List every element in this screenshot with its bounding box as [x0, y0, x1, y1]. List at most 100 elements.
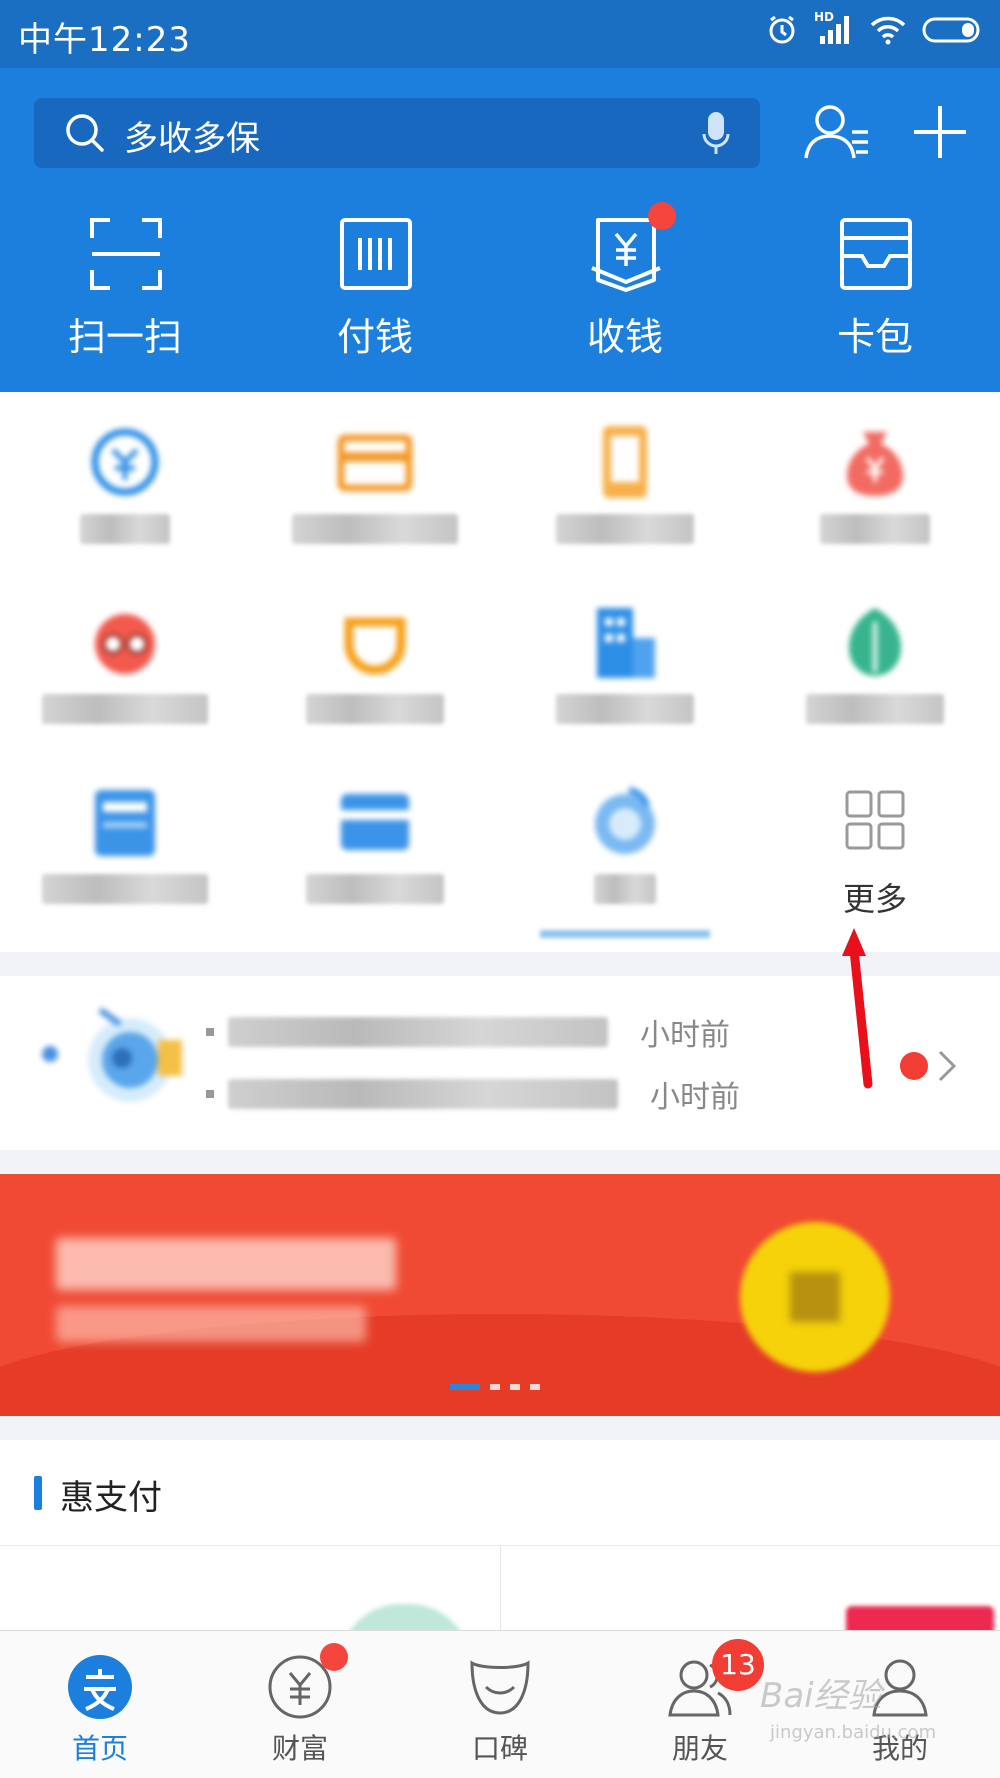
notification-red-dot: [900, 1052, 928, 1080]
notification-text: [228, 1017, 608, 1047]
receive-money-label: 收钱: [586, 315, 663, 359]
banner-subtitle-blurred: [56, 1306, 366, 1342]
pay-button[interactable]: 付钱: [250, 216, 500, 366]
grid-app-8[interactable]: [750, 572, 1000, 752]
plus-icon[interactable]: [912, 104, 968, 160]
grid-app-label: [820, 514, 930, 544]
bullet: [206, 1028, 214, 1036]
tab-label: 口碑: [471, 1732, 528, 1765]
grid-app-label: [556, 694, 694, 724]
friends-badge: 13: [712, 1639, 764, 1691]
notification-time: 小时前: [640, 1018, 730, 1053]
notification-text: [228, 1079, 618, 1109]
annotation-arrow-icon: [842, 928, 873, 1089]
home-icon: [68, 1655, 132, 1719]
grid-app-6[interactable]: [250, 572, 500, 752]
app-grid: 更多: [0, 392, 1000, 952]
grid-app-label: [594, 874, 656, 904]
blue-card-icon: [341, 794, 409, 850]
tab-label: 财富: [271, 1732, 328, 1765]
pay-label: 付钱: [336, 315, 413, 359]
microphone-icon[interactable]: [702, 110, 730, 156]
pagination-line: [540, 930, 710, 938]
card-wallet-label: 卡包: [836, 315, 913, 359]
notification-illustration: [42, 1007, 182, 1102]
glasses-face-icon: [95, 614, 155, 674]
contacts-icon[interactable]: [804, 102, 872, 162]
tab-wealth[interactable]: 财富: [200, 1631, 400, 1778]
more-button[interactable]: 更多: [750, 752, 1000, 932]
tab-koubei[interactable]: 口碑: [400, 1631, 600, 1778]
banner-coin-symbol: [790, 1272, 840, 1322]
tab-home[interactable]: 首页: [0, 1631, 200, 1778]
orange-card-icon: [337, 434, 413, 492]
section-title: 惠支付: [60, 1478, 162, 1518]
watermark-brand: Bai经验: [760, 1676, 882, 1716]
promo-banner[interactable]: [0, 1174, 1000, 1416]
wealth-badge: [320, 1643, 348, 1671]
grid-app-10[interactable]: [250, 752, 500, 932]
banner-title-blurred: [56, 1238, 396, 1290]
grid-app-1[interactable]: [0, 392, 250, 572]
grid-app-9[interactable]: [0, 752, 250, 932]
receive-money-icon: [591, 218, 661, 292]
notification-item-1: 小时前: [206, 1012, 730, 1053]
grid-app-3[interactable]: [500, 392, 750, 572]
signal-icon: [820, 16, 849, 44]
notification-item-2: 小时前: [206, 1074, 740, 1115]
phone-icon: [603, 426, 647, 498]
notification-time: 小时前: [650, 1080, 740, 1115]
building-icon: [597, 608, 655, 678]
barcode-icon: [340, 218, 412, 290]
money-bag-icon: [847, 432, 903, 496]
section-accent-bar: [34, 1476, 42, 1510]
status-bar: 中午12:23 HD: [0, 0, 1000, 68]
status-icons: HD: [766, 10, 982, 46]
grid-app-label: [806, 694, 944, 724]
pagination-dot: [450, 1384, 480, 1390]
grid-app-label: [292, 514, 458, 544]
section-header: 惠支付: [0, 1440, 1000, 1546]
card-wallet-button[interactable]: 卡包: [750, 216, 1000, 366]
grid-app-11[interactable]: [500, 752, 750, 932]
pagination-dot: [530, 1384, 540, 1390]
bullet: [206, 1090, 214, 1098]
receive-money-button[interactable]: 收钱: [500, 202, 750, 366]
chevron-right-icon[interactable]: [936, 1048, 958, 1084]
status-time: 中午12:23: [18, 20, 191, 60]
document-icon: [95, 790, 155, 856]
section-cards: [0, 1546, 1000, 1664]
grid-app-label: [306, 874, 444, 904]
card-divider: [500, 1546, 501, 1636]
more-label: 更多: [842, 880, 907, 918]
alarm-icon: [769, 15, 795, 44]
leaf-icon: [849, 608, 901, 676]
grid-app-7[interactable]: [500, 572, 750, 752]
search-icon: [66, 114, 104, 152]
scan-button[interactable]: 扫一扫: [0, 216, 250, 366]
search-placeholder: 多收多保: [124, 119, 260, 159]
grid-app-5[interactable]: [0, 572, 250, 752]
grid-app-4[interactable]: [750, 392, 1000, 572]
grid-app-label: [556, 514, 694, 544]
scan-icon: [90, 218, 162, 290]
grid-more-icon: [845, 790, 905, 850]
watermark-url: jingyan.baidu.com: [770, 1722, 937, 1743]
tab-label: 首页: [71, 1732, 128, 1765]
wifi-icon: [870, 16, 906, 45]
battery-icon: [922, 17, 980, 43]
quick-actions: 扫一扫 付钱 收钱 卡包: [0, 202, 1000, 366]
grid-app-2[interactable]: [250, 392, 500, 572]
scan-label: 扫一扫: [67, 315, 182, 359]
grid-app-label: [80, 514, 170, 544]
banner-pagination[interactable]: [450, 1384, 540, 1390]
money-cycle-icon: [91, 428, 159, 496]
circle-app-icon: [595, 787, 655, 854]
grid-app-label: [42, 874, 208, 904]
search-input[interactable]: 多收多保: [34, 98, 760, 168]
receive-money-badge: [648, 202, 676, 230]
grid-app-label: [306, 694, 444, 724]
card-wallet-icon: [840, 218, 912, 290]
header: 多收多保 扫一扫 付钱 收钱 卡包: [0, 68, 1000, 392]
pagination-dot: [510, 1384, 520, 1390]
